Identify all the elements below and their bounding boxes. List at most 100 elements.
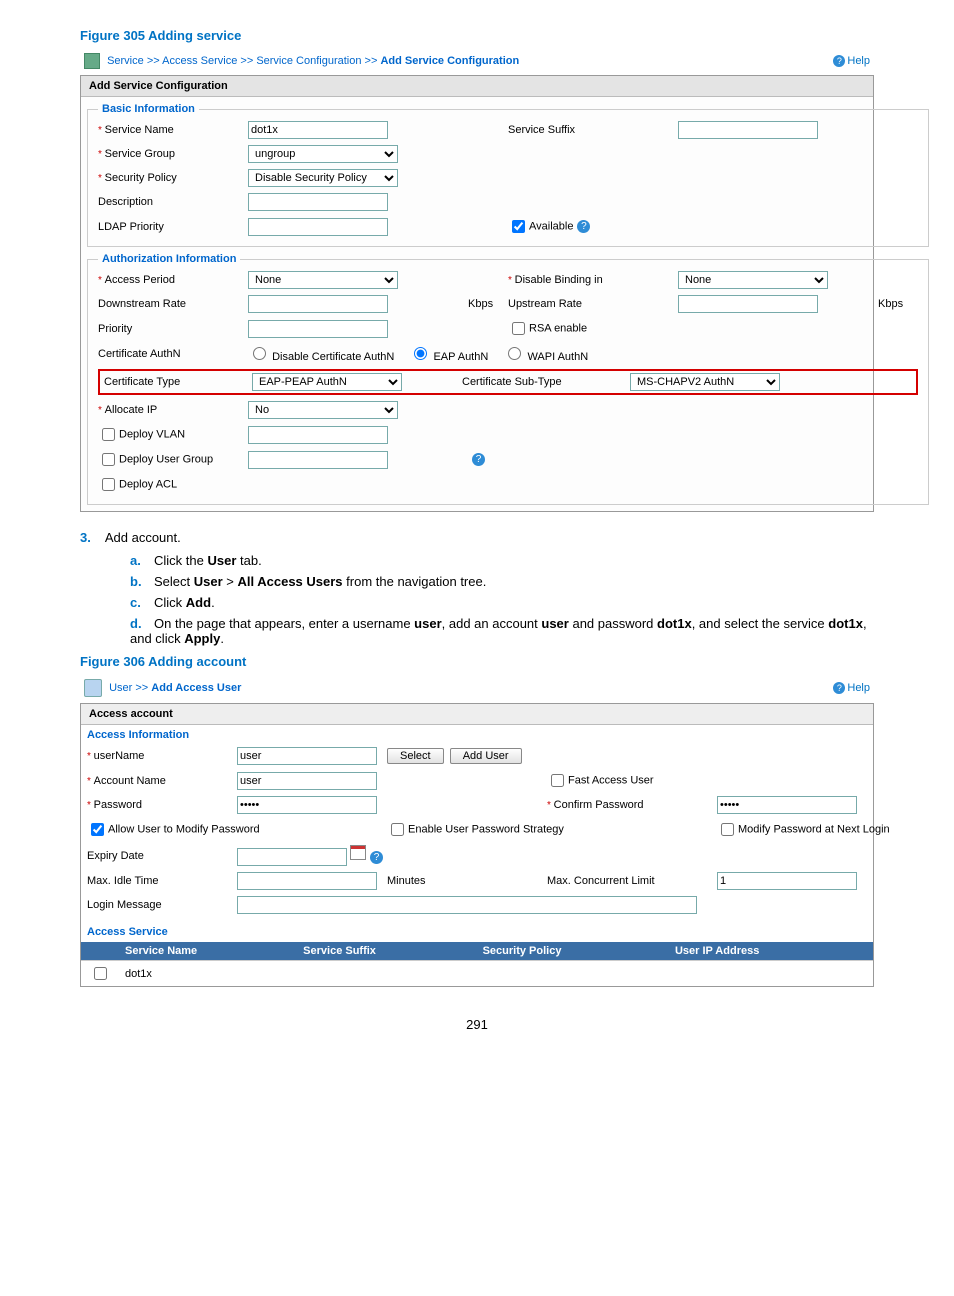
breadcrumb-row-user: User >> Add Access User ?Help (80, 677, 874, 699)
service-suffix-input[interactable] (678, 121, 818, 139)
rsa-label: RSA enable (529, 322, 587, 334)
allocate-ip-select[interactable]: No (248, 401, 398, 419)
fast-access-checkbox[interactable] (551, 774, 564, 787)
cert-type-highlight: Certificate Type EAP-PEAP AuthN Certific… (98, 369, 918, 395)
deploy-vlan-input[interactable] (248, 426, 388, 444)
radio-disable-cert[interactable] (253, 347, 266, 360)
description-input[interactable] (248, 193, 388, 211)
disable-binding-select[interactable]: None (678, 271, 828, 289)
select-button[interactable]: Select (387, 748, 444, 764)
deploy-usergroup-input[interactable] (248, 451, 388, 469)
password-input[interactable] (237, 796, 377, 814)
access-info-section: Access Information (81, 725, 873, 745)
description-label: Description (98, 196, 248, 208)
max-idle-input[interactable] (237, 872, 377, 890)
account-name-label: Account Name (94, 775, 166, 787)
disable-binding-label: Disable Binding in (515, 274, 603, 286)
expiry-date-label: Expiry Date (87, 850, 237, 862)
service-suffix-label: Service Suffix (508, 124, 678, 136)
cert-authn-label: Certificate AuthN (98, 348, 248, 360)
radio-wapi[interactable] (508, 347, 521, 360)
page-number: 291 (80, 1017, 874, 1032)
deploy-vlan-label: Deploy VLAN (119, 428, 185, 440)
breadcrumb-row-service: Service >> Access Service >> Service Con… (80, 51, 874, 71)
service-name-input[interactable] (248, 121, 388, 139)
account-name-input[interactable] (237, 772, 377, 790)
help-link-2[interactable]: ?Help (833, 682, 870, 694)
modify-next-checkbox[interactable] (721, 823, 734, 836)
help-icon: ? (833, 55, 845, 67)
user-icon (84, 679, 102, 697)
available-label: Available (529, 220, 573, 232)
allow-modify-checkbox[interactable] (91, 823, 104, 836)
downstream-input[interactable] (248, 295, 388, 313)
upstream-label: Upstream Rate (508, 298, 678, 310)
bc-add-access-user: Add Access User (151, 682, 241, 694)
col-user-ip: User IP Address (669, 942, 873, 961)
expiry-help-icon[interactable]: ? (370, 851, 383, 864)
add-user-button[interactable]: Add User (450, 748, 522, 764)
priority-input[interactable] (248, 320, 388, 338)
step-3: 3.Add account. (80, 530, 874, 545)
service-icon (84, 53, 100, 69)
rsa-checkbox[interactable] (512, 322, 525, 335)
available-checkbox[interactable] (512, 220, 525, 233)
access-period-select[interactable]: None (248, 271, 398, 289)
max-concurrent-label: Max. Concurrent Limit (547, 875, 717, 887)
deploy-usergroup-checkbox[interactable] (102, 453, 115, 466)
calendar-icon[interactable] (350, 845, 366, 860)
username-input[interactable] (237, 747, 377, 765)
auth-info-fieldset: Authorization Information Access Period … (87, 253, 929, 505)
ldap-priority-input[interactable] (248, 218, 388, 236)
max-concurrent-input[interactable] (717, 872, 857, 890)
expiry-date-input[interactable] (237, 848, 347, 866)
help-icon: ? (833, 682, 845, 694)
security-policy-select[interactable]: Disable Security Policy (248, 169, 398, 187)
col-security-policy: Security Policy (477, 942, 669, 961)
access-account-panel: Access account Access Information * user… (80, 703, 874, 987)
login-message-input[interactable] (237, 896, 697, 914)
max-idle-label: Max. Idle Time (87, 875, 237, 887)
access-period-label: Access Period (98, 274, 248, 286)
password-label: Password (94, 799, 142, 811)
col-service-name: Service Name (119, 942, 297, 961)
panel-header: Add Service Configuration (81, 76, 873, 97)
bc-service-config[interactable]: Service Configuration (256, 55, 361, 67)
panel-header-2: Access account (81, 704, 873, 725)
bc-access-service[interactable]: Access Service (162, 55, 237, 67)
row-service-name: dot1x (119, 961, 297, 987)
basic-info-fieldset: Basic Information Service Name Service S… (87, 103, 929, 247)
deploy-vlan-checkbox[interactable] (102, 428, 115, 441)
confirm-password-input[interactable] (717, 796, 857, 814)
access-service-section: Access Service (81, 922, 873, 942)
auth-info-legend: Authorization Information (98, 253, 240, 265)
username-label: userName (94, 750, 145, 762)
figure-306-title: Figure 306 Adding account (80, 654, 874, 669)
modify-next-label: Modify Password at Next Login (738, 823, 890, 835)
service-name-label: Service Name (98, 124, 248, 136)
deploy-usergroup-help-icon[interactable]: ? (472, 453, 485, 466)
help-link[interactable]: ?Help (833, 55, 870, 67)
cert-type-label: Certificate Type (104, 376, 244, 388)
bc-user[interactable]: User (109, 682, 132, 694)
security-policy-label: Security Policy (98, 172, 248, 184)
kbps-unit-2: Kbps (878, 298, 918, 310)
service-group-select[interactable]: ungroup (248, 145, 398, 163)
deploy-acl-label: Deploy ACL (119, 478, 177, 490)
cert-subtype-select[interactable]: MS-CHAPV2 AuthN (630, 373, 780, 391)
service-group-label: Service Group (98, 148, 248, 160)
upstream-input[interactable] (678, 295, 818, 313)
minutes-unit: Minutes (387, 875, 547, 887)
downstream-label: Downstream Rate (98, 298, 248, 310)
deploy-acl-checkbox[interactable] (102, 478, 115, 491)
table-row: dot1x (81, 961, 873, 987)
available-help-icon[interactable]: ? (577, 220, 590, 233)
enable-strategy-checkbox[interactable] (391, 823, 404, 836)
cert-type-select[interactable]: EAP-PEAP AuthN (252, 373, 402, 391)
bc-service[interactable]: Service (107, 55, 144, 67)
row-checkbox[interactable] (94, 967, 107, 980)
ldap-priority-label: LDAP Priority (98, 221, 248, 233)
basic-info-legend: Basic Information (98, 103, 199, 115)
radio-eap[interactable] (414, 347, 427, 360)
col-service-suffix: Service Suffix (297, 942, 476, 961)
